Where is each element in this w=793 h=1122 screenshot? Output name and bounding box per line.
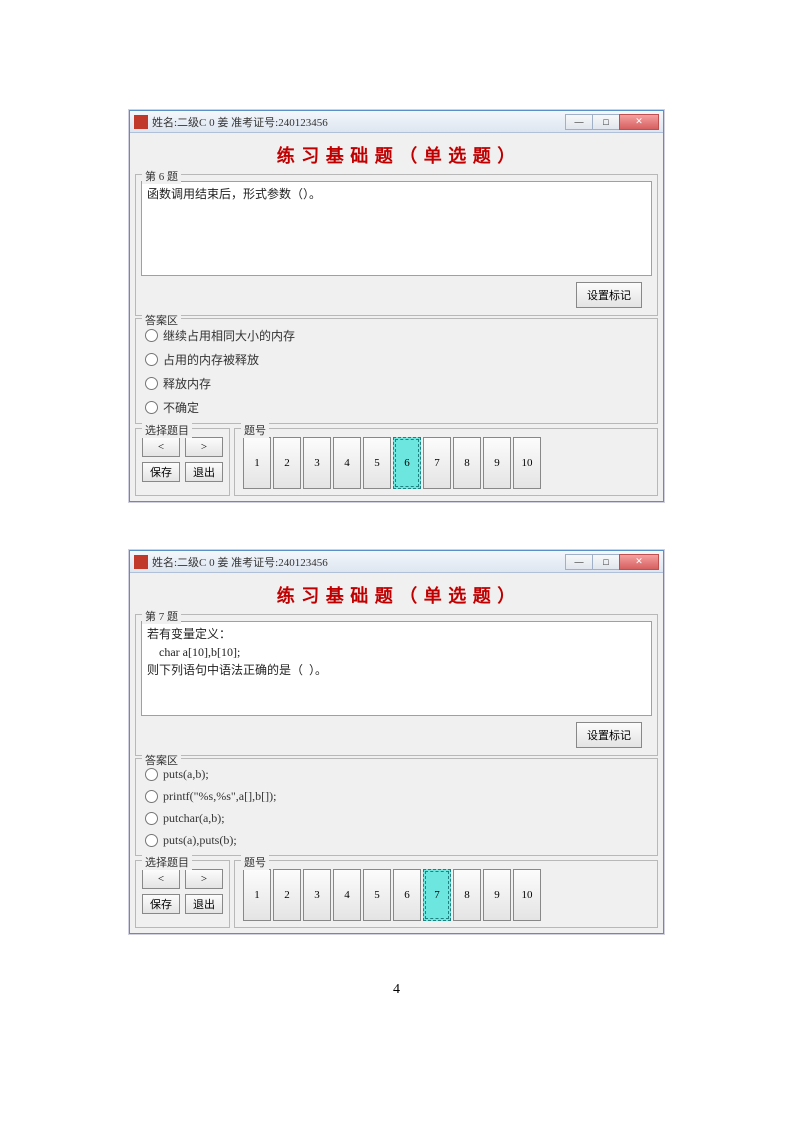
maximize-button[interactable]: □ <box>592 554 620 570</box>
page-title: 练 习 基 础 题 （ 单 选 题 ） <box>133 576 660 612</box>
maximize-button[interactable]: □ <box>592 114 620 130</box>
answer-label: puts(a),puts(b); <box>163 833 237 848</box>
radio-input[interactable] <box>145 377 158 390</box>
radio-input[interactable] <box>145 329 158 342</box>
radio-input[interactable] <box>145 790 158 803</box>
answer-label: 继续占用相同大小的内存 <box>163 327 295 344</box>
save-button[interactable]: 保存 <box>142 894 180 914</box>
answers-section: 答案区 puts(a,b); printf("%s,%s",a[],b[]); … <box>135 758 658 856</box>
app-body: 练 习 基 础 题 （ 单 选 题 ） 第 6 题 函数调用结束后，形式参数（）… <box>130 133 663 501</box>
titlebar: 姓名:二级C 0 姜 准考证号:240123456 — □ ✕ <box>130 551 663 573</box>
qnum-button-9[interactable]: 9 <box>483 437 511 489</box>
mark-button[interactable]: 设置标记 <box>576 282 642 308</box>
question-text: 函数调用结束后，形式参数（）。 <box>141 181 652 276</box>
page-title: 练 习 基 础 题 （ 单 选 题 ） <box>133 136 660 172</box>
app-icon <box>134 115 148 129</box>
prev-button[interactable]: < <box>142 869 180 889</box>
prev-button[interactable]: < <box>142 437 180 457</box>
answer-option[interactable]: 不确定 <box>145 399 648 416</box>
qnum-row-0: 12345678910 <box>243 437 649 489</box>
answer-option[interactable]: puts(a,b); <box>145 767 648 782</box>
minimize-button[interactable]: — <box>565 554 593 570</box>
qnum-button-6[interactable]: 6 <box>393 437 421 489</box>
question-legend: 第 6 题 <box>142 168 181 184</box>
answer-option[interactable]: printf("%s,%s",a[],b[]); <box>145 789 648 804</box>
qnum-legend: 题号 <box>241 422 269 438</box>
answer-label: putchar(a,b); <box>163 811 225 826</box>
radio-input[interactable] <box>145 812 158 825</box>
question-text: 若有变量定义： char a[10],b[10]; 则下列语句中语法正确的是（ … <box>141 621 652 716</box>
qnum-button-5[interactable]: 5 <box>363 869 391 921</box>
qnum-button-10[interactable]: 10 <box>513 437 541 489</box>
qnum-button-8[interactable]: 8 <box>453 869 481 921</box>
qnum-button-9[interactable]: 9 <box>483 869 511 921</box>
mark-button[interactable]: 设置标记 <box>576 722 642 748</box>
qnum-button-4[interactable]: 4 <box>333 869 361 921</box>
qnum-button-2[interactable]: 2 <box>273 437 301 489</box>
page-number: 4 <box>0 982 793 998</box>
radio-input[interactable] <box>145 401 158 414</box>
qnum-legend: 题号 <box>241 854 269 870</box>
question-section: 第 6 题 函数调用结束后，形式参数（）。 设置标记 <box>135 174 658 316</box>
nav-section: 选择题目 < > 保存 退出 <box>135 860 230 928</box>
titlebar-text: 姓名:二级C 0 姜 准考证号:240123456 <box>152 114 566 130</box>
qnum-button-7[interactable]: 7 <box>423 437 451 489</box>
answer-label: 占用的内存被释放 <box>163 351 259 368</box>
save-button[interactable]: 保存 <box>142 462 180 482</box>
nav-section: 选择题目 < > 保存 退出 <box>135 428 230 496</box>
qnum-button-2[interactable]: 2 <box>273 869 301 921</box>
qnum-button-10[interactable]: 10 <box>513 869 541 921</box>
qnum-row-1: 12345678910 <box>243 869 649 921</box>
qnum-button-3[interactable]: 3 <box>303 437 331 489</box>
answer-label: printf("%s,%s",a[],b[]); <box>163 789 276 804</box>
answer-option[interactable]: 占用的内存被释放 <box>145 351 648 368</box>
exit-button[interactable]: 退出 <box>185 462 223 482</box>
qnum-button-1[interactable]: 1 <box>243 869 271 921</box>
exit-button[interactable]: 退出 <box>185 894 223 914</box>
answer-option[interactable]: putchar(a,b); <box>145 811 648 826</box>
window-controls: — □ ✕ <box>566 114 659 130</box>
answer-option[interactable]: 继续占用相同大小的内存 <box>145 327 648 344</box>
radio-input[interactable] <box>145 353 158 366</box>
answer-label: 释放内存 <box>163 375 211 392</box>
nav-legend: 选择题目 <box>142 422 192 438</box>
app-window-2: 姓名:二级C 0 姜 准考证号:240123456 — □ ✕ 练 习 基 础 … <box>129 550 664 934</box>
qnum-button-3[interactable]: 3 <box>303 869 331 921</box>
qnum-button-1[interactable]: 1 <box>243 437 271 489</box>
qnum-button-6[interactable]: 6 <box>393 869 421 921</box>
answer-option[interactable]: 释放内存 <box>145 375 648 392</box>
question-section: 第 7 题 若有变量定义： char a[10],b[10]; 则下列语句中语法… <box>135 614 658 756</box>
qnum-button-8[interactable]: 8 <box>453 437 481 489</box>
answers-legend: 答案区 <box>142 312 181 328</box>
qnum-section: 题号 12345678910 <box>234 428 658 496</box>
close-button[interactable]: ✕ <box>619 114 659 130</box>
titlebar-text: 姓名:二级C 0 姜 准考证号:240123456 <box>152 554 566 570</box>
nav-legend: 选择题目 <box>142 854 192 870</box>
app-icon <box>134 555 148 569</box>
app-body: 练 习 基 础 题 （ 单 选 题 ） 第 7 题 若有变量定义： char a… <box>130 573 663 933</box>
qnum-button-7[interactable]: 7 <box>423 869 451 921</box>
qnum-section: 题号 12345678910 <box>234 860 658 928</box>
answer-label: 不确定 <box>163 399 199 416</box>
answer-label: puts(a,b); <box>163 767 209 782</box>
answer-option[interactable]: puts(a),puts(b); <box>145 833 648 848</box>
minimize-button[interactable]: — <box>565 114 593 130</box>
next-button[interactable]: > <box>185 437 223 457</box>
answers-legend: 答案区 <box>142 752 181 768</box>
question-legend: 第 7 题 <box>142 608 181 624</box>
window-controls: — □ ✕ <box>566 554 659 570</box>
qnum-button-4[interactable]: 4 <box>333 437 361 489</box>
close-button[interactable]: ✕ <box>619 554 659 570</box>
radio-input[interactable] <box>145 768 158 781</box>
radio-input[interactable] <box>145 834 158 847</box>
titlebar: 姓名:二级C 0 姜 准考证号:240123456 — □ ✕ <box>130 111 663 133</box>
qnum-button-5[interactable]: 5 <box>363 437 391 489</box>
app-window-1: 姓名:二级C 0 姜 准考证号:240123456 — □ ✕ 练 习 基 础 … <box>129 110 664 502</box>
answers-section: 答案区 继续占用相同大小的内存 占用的内存被释放 释放内存 不确定 <box>135 318 658 424</box>
next-button[interactable]: > <box>185 869 223 889</box>
